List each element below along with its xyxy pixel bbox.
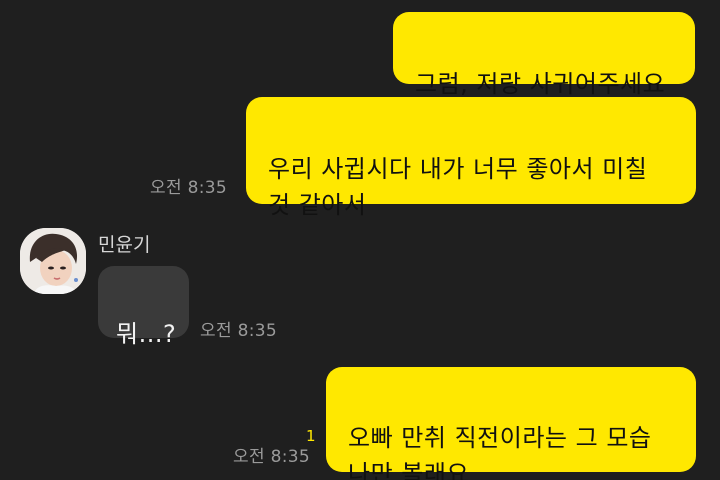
message-text: 그럼, 저랑 사귀어주세요 <box>415 70 666 98</box>
message-text: 뭐...? <box>116 320 177 348</box>
message-text: 우리 사귑시다 내가 너무 좋아서 미칠 것 같아서 <box>268 155 648 219</box>
their-message-bubble[interactable]: 뭐...? <box>98 266 189 348</box>
message-timestamp: 오전 8:35 <box>233 447 310 467</box>
message-text: 오빠 만취 직전이라는 그 모습 나만 볼래요 <box>348 424 652 480</box>
my-message-bubble[interactable]: 우리 사귑시다 내가 너무 좋아서 미칠 것 같아서 <box>246 97 696 219</box>
my-message-bubble[interactable]: 오빠 만취 직전이라는 그 모습 나만 볼래요 <box>326 367 696 480</box>
message-timestamp: 오전 8:35 <box>200 321 277 341</box>
my-message-bubble[interactable]: 그럼, 저랑 사귀어주세요 <box>393 12 695 98</box>
contact-name: 민윤기 <box>98 234 151 256</box>
contact-avatar[interactable] <box>20 228 86 294</box>
chat-window[interactable]: 그럼, 저랑 사귀어주세요 오전 8:35 우리 사귑시다 내가 너무 좋아서 … <box>0 0 720 480</box>
message-timestamp: 오전 8:35 <box>150 178 227 198</box>
unread-count-badge: 1 <box>306 427 316 445</box>
profile-photo-icon <box>20 228 86 294</box>
